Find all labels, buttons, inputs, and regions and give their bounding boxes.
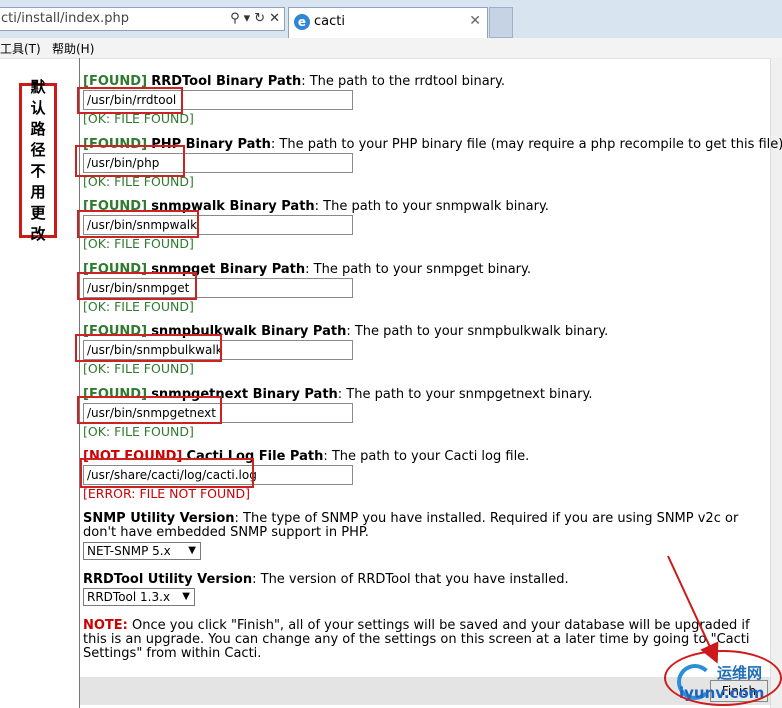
file-status: [OK: FILE FOUND] (83, 424, 194, 439)
annotation-box: 默 认 路 径 不 用 更 改 (19, 78, 57, 243)
chevron-down-icon: ▼ (188, 545, 196, 556)
scrollbar[interactable] (770, 58, 782, 708)
file-status: [OK: FILE FOUND] (83, 361, 194, 376)
highlight-box (80, 458, 254, 488)
annotation-char: 默 (30, 77, 46, 96)
file-status: [OK: FILE FOUND] (83, 236, 194, 251)
field-desc: : The path to your snmpgetnext binary. (337, 387, 593, 402)
highlight-box (77, 87, 183, 114)
browser-toolbar: cti/install/index.php ⚲ ▾ ↻ ✕ e cacti ✕ (0, 0, 782, 39)
field-name: SNMP Utility Version (83, 511, 235, 526)
field-desc: : The path to your Cacti log file. (323, 449, 530, 464)
tab-close-icon[interactable]: ✕ (469, 13, 481, 29)
file-status: [OK: FILE FOUND] (83, 299, 194, 314)
field-desc: : The path to your snmpget binary. (305, 262, 531, 277)
highlight-box (75, 334, 222, 362)
annotation-char: 更 (30, 203, 46, 222)
annotation-char: 路 (30, 119, 46, 138)
search-icon[interactable]: ⚲ (230, 11, 240, 26)
refresh-icon[interactable]: ↻ (254, 11, 265, 26)
menu-tools[interactable]: 工具(T) (0, 40, 41, 57)
chevron-down-icon: ▼ (182, 591, 190, 602)
field-desc: : The path to your snmpbulkwalk binary. (346, 324, 609, 339)
upgrade-note: NOTE: Once you click "Finish", all of yo… (83, 619, 768, 661)
highlight-box (77, 272, 197, 300)
menu-bar: 工具(T) 帮助(H) (0, 38, 782, 59)
address-bar[interactable]: cti/install/index.php ⚲ ▾ ↻ ✕ (0, 7, 285, 31)
close-icon[interactable]: ✕ (269, 11, 280, 26)
annotation-char: 径 (30, 140, 46, 159)
select-value: RRDTool 1.3.x (87, 590, 171, 604)
rrdtool-version-select[interactable]: RRDTool 1.3.x ▼ (83, 588, 195, 606)
field-desc: : The path to the rrdtool binary. (301, 74, 505, 89)
annotation-char: 用 (30, 182, 46, 201)
note-text: Once you click "Finish", all of your set… (83, 618, 750, 661)
address-text: cti/install/index.php (1, 11, 129, 26)
annotation-char: 不 (30, 161, 46, 180)
highlight-circle (664, 650, 782, 706)
dropdown-icon[interactable]: ▾ (244, 11, 251, 26)
highlight-box (75, 145, 185, 177)
browser-tab[interactable]: e cacti ✕ (288, 7, 488, 38)
snmp-version-select[interactable]: NET-SNMP 5.x ▼ (83, 542, 201, 560)
tab-title: cacti (314, 14, 345, 29)
field-name: RRDTool Utility Version (83, 572, 253, 587)
select-value: NET-SNMP 5.x (87, 544, 171, 558)
field-desc: : The path to your snmpwalk binary. (314, 199, 549, 214)
annotation-char: 认 (30, 98, 46, 117)
highlight-box (77, 396, 222, 424)
ie-favicon-icon: e (294, 14, 310, 30)
highlight-box (77, 210, 199, 238)
rrdtool-version-label: RRDTool Utility Version: The version of … (83, 572, 569, 587)
note-label: NOTE: (83, 618, 128, 633)
file-error-status: [ERROR: FILE NOT FOUND] (83, 486, 251, 501)
menu-help[interactable]: 帮助(H) (52, 40, 94, 57)
field-desc: : The path to your PHP binary file (may … (270, 137, 782, 152)
snmp-version-label: SNMP Utility Version: The type of SNMP y… (83, 512, 768, 540)
annotation-char: 改 (30, 224, 46, 243)
new-tab-button[interactable] (489, 7, 513, 38)
field-desc: : The version of RRDTool that you have i… (252, 572, 569, 587)
field-label-php: [FOUND] PHP Binary Path: The path to you… (83, 137, 782, 152)
